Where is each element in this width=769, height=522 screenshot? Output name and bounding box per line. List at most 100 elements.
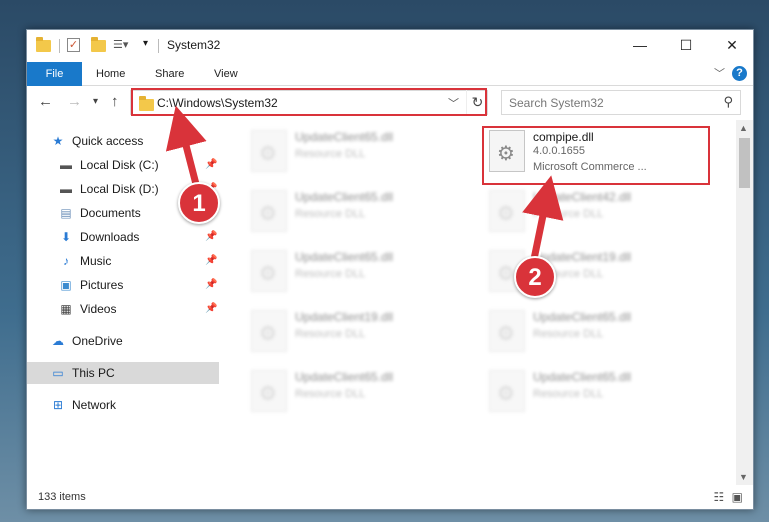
dll-file-icon <box>489 370 525 412</box>
separator <box>59 39 60 53</box>
sidebar-item-this-pc[interactable]: ▭ This PC <box>27 362 219 384</box>
back-button[interactable]: ← <box>38 93 53 110</box>
pin-icon[interactable]: 📌 <box>205 226 217 248</box>
documents-icon: ▤ <box>60 206 72 220</box>
file-tile[interactable]: UpdateClient19.dll Resource DLL <box>247 304 467 360</box>
sidebar-item-label: OneDrive <box>72 334 123 348</box>
sidebar-item-label: Music <box>80 254 112 268</box>
file-tile[interactable]: UpdateClient65.dll Resource DLL <box>485 364 705 420</box>
sidebar-item-pictures[interactable]: ▣ Pictures 📌 <box>27 274 219 296</box>
star-icon: ★ <box>52 134 64 148</box>
details-view-icon[interactable]: ☷ <box>714 490 725 504</box>
dll-file-icon <box>489 190 525 232</box>
sidebar-item-music[interactable]: ♪ Music 📌 <box>27 250 219 272</box>
up-button[interactable]: ↑ <box>111 93 119 110</box>
dll-file-icon <box>251 190 287 232</box>
step-1-badge: 1 <box>178 182 220 224</box>
ribbon-tabs: File Home Share View ﹀ ? <box>27 62 753 86</box>
videos-icon: ▦ <box>60 302 72 316</box>
vertical-scrollbar[interactable]: ▲ ▼ <box>736 120 753 485</box>
expand-ribbon-icon[interactable]: ﹀ <box>714 65 725 81</box>
navigation-pane: ★ Quick access ▬ Local Disk (C:) 📌 ▬ Loc… <box>27 120 219 485</box>
downloads-icon: ⬇ <box>60 230 72 244</box>
file-tile[interactable]: UpdateClient65.dll Resource DLL <box>247 184 467 240</box>
pin-icon[interactable]: 📌 <box>205 250 217 272</box>
music-icon: ♪ <box>63 254 69 268</box>
file-name: UpdateClient65.dll <box>295 130 394 144</box>
file-description: Resource DLL <box>533 208 604 220</box>
drive-icon: ▬ <box>60 158 72 172</box>
file-tile[interactable]: UpdateClient65.dll Resource DLL <box>485 304 705 360</box>
item-count: 133 items <box>38 491 86 503</box>
sidebar-item-label: Local Disk (C:) <box>80 158 159 172</box>
file-description: Resource DLL <box>533 328 604 340</box>
recent-locations-icon[interactable]: ▾ <box>93 96 98 107</box>
help-button[interactable]: ? <box>732 66 747 81</box>
sidebar-item-label: Network <box>72 398 117 412</box>
dll-file-icon <box>251 370 287 412</box>
close-button[interactable]: ✕ <box>709 30 755 60</box>
cloud-icon: ☁ <box>52 334 64 348</box>
dll-file-icon <box>251 310 287 352</box>
scroll-up-icon[interactable]: ▲ <box>739 123 748 133</box>
tab-view[interactable]: View <box>214 62 238 86</box>
scrollbar-thumb[interactable] <box>739 138 750 188</box>
sidebar-item-quick-access[interactable]: ★ Quick access <box>27 130 219 152</box>
pin-icon[interactable]: 📌 <box>205 154 217 176</box>
file-name: UpdateClient65.dll <box>533 370 632 384</box>
sidebar-item-label: Quick access <box>72 134 144 148</box>
pin-icon[interactable]: 📌 <box>205 274 217 296</box>
search-input[interactable]: Search System32 ⚲ <box>501 90 741 115</box>
file-description: Resource DLL <box>295 268 366 280</box>
minimize-button[interactable]: — <box>617 30 663 60</box>
sidebar-item-local-disk-c[interactable]: ▬ Local Disk (C:) 📌 <box>27 154 219 176</box>
title-bar: ✓ ☰▾ ▾ System32 — ☐ ✕ <box>27 30 753 62</box>
large-icons-view-icon[interactable]: ▣ <box>732 490 743 504</box>
file-description: Resource DLL <box>295 208 366 220</box>
search-icon: ⚲ <box>723 94 733 109</box>
file-description: Resource DLL <box>533 388 604 400</box>
maximize-button[interactable]: ☐ <box>663 30 709 60</box>
sidebar-item-label: Videos <box>80 302 117 316</box>
tab-share[interactable]: Share <box>155 62 184 86</box>
dll-file-icon <box>489 310 525 352</box>
network-icon: ⊞ <box>52 398 64 412</box>
file-description: Resource DLL <box>295 328 366 340</box>
file-name: UpdateClient65.dll <box>533 310 632 324</box>
step-2-badge: 2 <box>514 256 556 298</box>
customize-toolbar-icon[interactable]: ☰▾ <box>113 38 128 54</box>
sidebar-item-videos[interactable]: ▦ Videos 📌 <box>27 298 219 320</box>
pc-icon: ▭ <box>52 366 64 380</box>
tab-home[interactable]: Home <box>96 62 125 86</box>
file-name: UpdateClient65.dll <box>295 370 394 384</box>
file-name: UpdateClient19.dll <box>295 310 394 324</box>
search-placeholder: Search System32 <box>509 96 604 110</box>
file-description: Resource DLL <box>295 148 366 160</box>
sidebar-item-label: Pictures <box>80 278 124 292</box>
file-tile[interactable]: UpdateClient65.dll Resource DLL <box>247 364 467 420</box>
file-description: Resource DLL <box>295 388 366 400</box>
file-tile[interactable]: UpdateClient65.dll Resource DLL <box>247 244 467 300</box>
sidebar-item-label: This PC <box>72 366 115 380</box>
pin-icon[interactable]: 📌 <box>205 298 217 320</box>
tab-file[interactable]: File <box>27 62 82 86</box>
status-bar: 133 items ☷ ▣ <box>27 485 753 509</box>
file-highlight-box <box>482 126 710 185</box>
sidebar-item-onedrive[interactable]: ☁ OneDrive <box>27 330 219 352</box>
file-tile[interactable]: UpdateClient42.dll Resource DLL <box>485 184 705 240</box>
pictures-icon: ▣ <box>60 278 72 292</box>
sidebar-item-network[interactable]: ⊞ Network <box>27 394 219 416</box>
file-name: UpdateClient65.dll <box>295 190 394 204</box>
forward-button[interactable]: → <box>67 93 82 110</box>
dll-file-icon <box>251 250 287 292</box>
sidebar-item-downloads[interactable]: ⬇ Downloads 📌 <box>27 226 219 248</box>
window-title: System32 <box>167 38 221 52</box>
file-name: UpdateClient65.dll <box>295 250 394 264</box>
sidebar-item-label: Downloads <box>80 230 140 244</box>
address-highlight-box <box>131 88 487 116</box>
separator <box>158 39 159 53</box>
chevron-down-icon[interactable]: ▾ <box>143 38 148 54</box>
view-toggle[interactable]: ☷ ▣ <box>714 490 743 504</box>
file-tile[interactable]: UpdateClient65.dll Resource DLL <box>247 124 467 180</box>
scroll-down-icon[interactable]: ▼ <box>739 472 748 482</box>
